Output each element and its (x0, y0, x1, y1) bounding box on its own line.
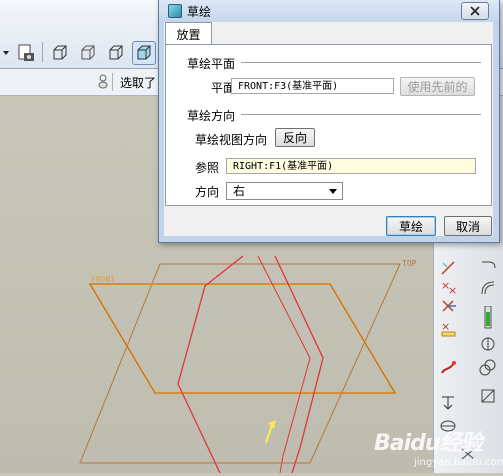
use-previous-button[interactable]: 使用先前的 (400, 77, 475, 96)
dialog-body: 放置 草绘平面 平面 FRONT:F3(基准平面) 使用先前的 草绘方向 草绘视… (164, 22, 493, 236)
datum-csys-icon[interactable] (438, 296, 458, 316)
shading-icon[interactable] (132, 41, 156, 65)
pattern-icon[interactable] (478, 358, 498, 378)
shell-icon[interactable] (478, 278, 498, 298)
sketch-direction-arrow[interactable] (265, 424, 273, 444)
section-divider (241, 62, 481, 64)
top-datum-plane (79, 263, 401, 464)
view-direction-label: 草绘视图方向 (195, 133, 268, 147)
datum-axis-icon[interactable] (438, 258, 458, 278)
mirror-icon[interactable] (478, 386, 498, 406)
direction-label: 方向 (195, 185, 220, 199)
dialog-titlebar[interactable]: 草绘 (159, 0, 499, 22)
svg-text:×: × (441, 320, 450, 333)
baidu-watermark-url: jingyan.baidu.com (414, 457, 503, 468)
datum-point-icon[interactable]: × × (438, 276, 458, 296)
reference-label: 参照 (195, 161, 220, 175)
flip-direction-button[interactable]: 反向 (275, 128, 315, 147)
save-view-icon[interactable] (14, 41, 38, 65)
wireframe-icon[interactable] (48, 41, 72, 65)
chevron-down-icon (329, 189, 337, 194)
section-divider (241, 114, 481, 116)
datum-curve-icon[interactable]: × (438, 318, 458, 338)
sketch-tool-icon[interactable] (438, 358, 458, 378)
right-datum-plane-edge-1 (177, 255, 244, 474)
right-datum-plane-edge-2 (274, 255, 324, 474)
direction-select[interactable]: 右 (226, 182, 343, 200)
cancel-button[interactable]: 取消 (444, 216, 492, 236)
close-icon (470, 6, 480, 16)
direction-select-value: 右 (233, 184, 246, 198)
sketch-dialog: 草绘 放置 草绘平面 平面 FRONT:F3(基准平面) 使用先前的 草绘方向 … (158, 0, 500, 243)
plane-field[interactable]: FRONT:F3(基准平面) (231, 78, 394, 94)
reference-field[interactable]: RIGHT:F1(基准平面) (226, 158, 476, 174)
dialog-title: 草绘 (187, 5, 212, 19)
round-icon[interactable] (478, 256, 498, 276)
top-plane-label: TOP (402, 259, 417, 268)
svg-text:×: × (448, 284, 457, 295)
draft-icon[interactable] (478, 334, 498, 354)
tab-placement[interactable]: 放置 (165, 22, 212, 45)
no-hidden-icon[interactable] (104, 41, 128, 65)
selection-icon (98, 73, 108, 94)
sketch-button[interactable]: 草绘 (386, 216, 436, 236)
extrude-icon[interactable] (438, 392, 458, 412)
placement-panel: 草绘平面 平面 FRONT:F3(基准平面) 使用先前的 草绘方向 草绘视图方向… (165, 44, 492, 206)
hidden-line-icon[interactable] (76, 41, 100, 65)
sketch-dialog-icon (168, 4, 182, 18)
front-plane-label: FRONT (91, 275, 115, 284)
baidu-watermark: Baidu经验 (374, 431, 483, 456)
selected-count-label: 选取了 (120, 76, 157, 90)
sketch-plane-section-title: 草绘平面 (187, 57, 236, 71)
sketch-orientation-section-title: 草绘方向 (187, 109, 236, 123)
close-button[interactable] (461, 2, 489, 20)
rib-icon[interactable] (478, 306, 498, 329)
